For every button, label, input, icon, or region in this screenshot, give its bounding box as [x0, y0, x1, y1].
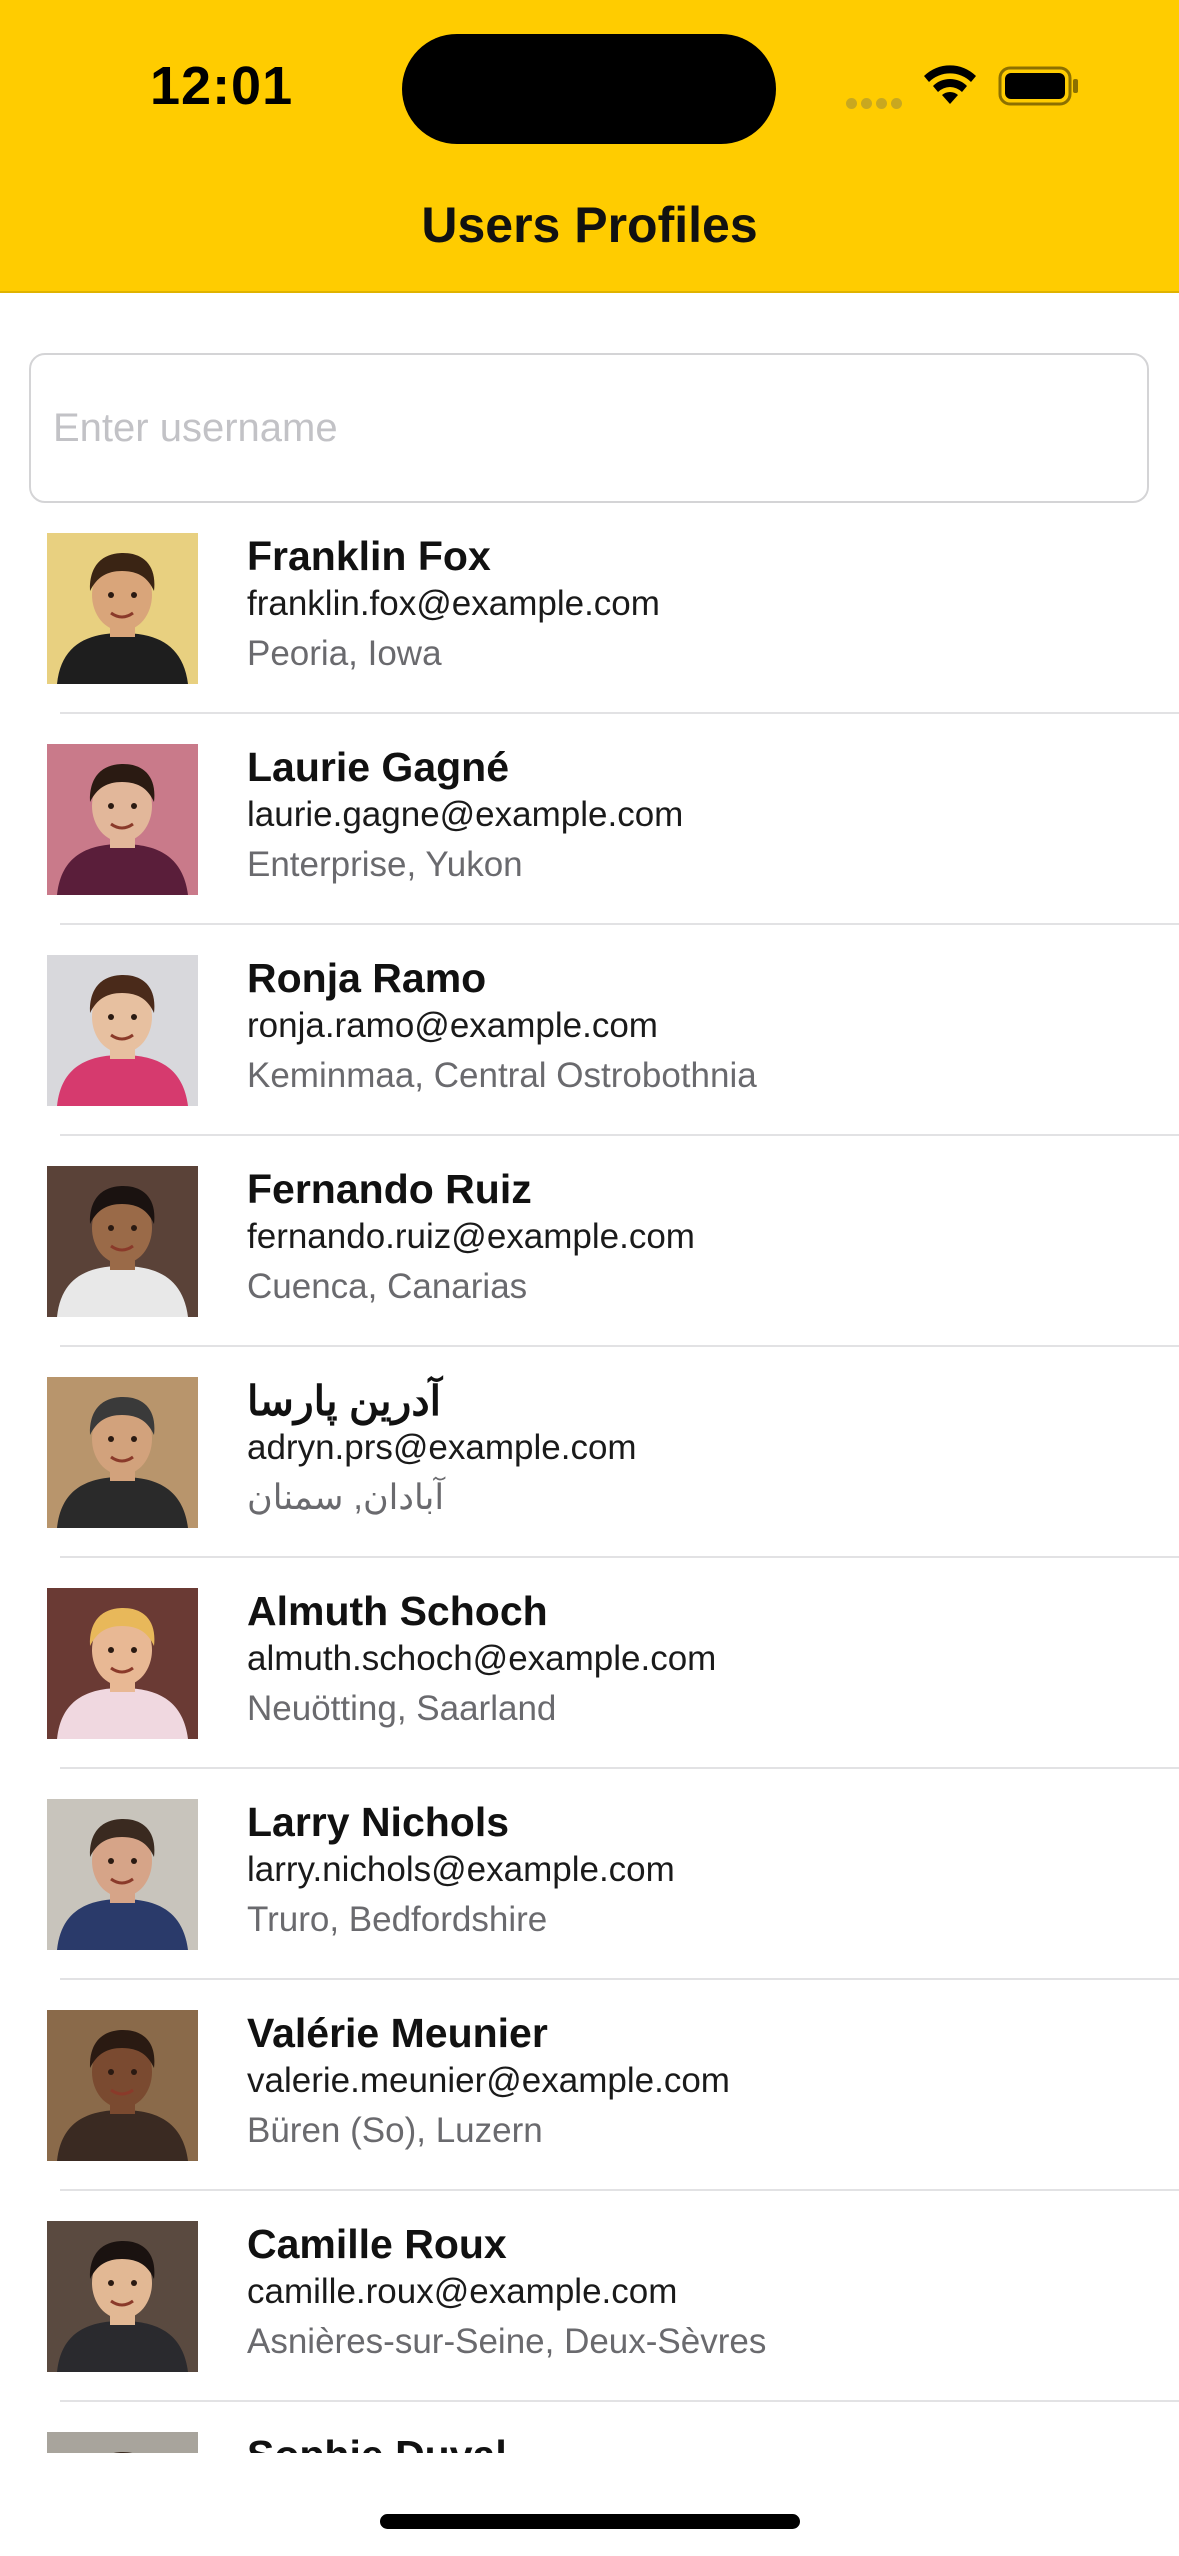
user-location: Asnières-sur-Seine, Deux-Sèvres: [247, 2322, 767, 2361]
user-location: Keminmaa, Central Ostrobothnia: [247, 1056, 757, 1095]
user-row[interactable]: Almuth Schoch almuth.schoch@example.com Ne…: [0, 1558, 1179, 1769]
user-row[interactable]: Franklin Fox franklin.fox@example.com Peor…: [0, 503, 1179, 714]
user-name: Ronja Ramo: [247, 955, 487, 1001]
user-name: Franklin Fox: [247, 533, 491, 579]
user-avatar: [47, 2010, 198, 2161]
home-indicator[interactable]: [380, 2514, 800, 2529]
user-email: laurie.gagne@example.com: [247, 795, 684, 834]
user-row[interactable]: Ronja Ramo ronja.ramo@example.com Keminmaa…: [0, 925, 1179, 1136]
user-avatar: [47, 1588, 198, 1739]
dynamic-island: [402, 34, 776, 144]
user-email: valerie.meunier@example.com: [247, 2061, 730, 2100]
user-location: آبادان, سمنان: [247, 1478, 445, 1517]
user-location: Peoria, Iowa: [247, 634, 442, 673]
user-row[interactable]: Valérie Meunier valerie.meunier@example.c…: [0, 1980, 1179, 2191]
user-location: Enterprise, Yukon: [247, 845, 523, 884]
user-avatar: [47, 955, 198, 1106]
user-row[interactable]: Camille Roux camille.roux@example.com Asni…: [0, 2191, 1179, 2402]
user-list[interactable]: Franklin Fox franklin.fox@example.com Peor…: [0, 503, 1179, 2453]
user-name: Almuth Schoch: [247, 1588, 548, 1634]
user-avatar: [47, 2432, 198, 2453]
user-location: Truro, Bedfordshire: [247, 1900, 548, 1939]
user-email: almuth.schoch@example.com: [247, 1639, 717, 1678]
user-name: Valérie Meunier: [247, 2010, 548, 2056]
user-name: Sophie Duval: [247, 2432, 507, 2453]
user-row[interactable]: Sophie Duval: [0, 2402, 1179, 2453]
user-name: Larry Nichols: [247, 1799, 510, 1845]
user-row[interactable]: Fernando Ruiz fernando.ruiz@example.com Cu…: [0, 1136, 1179, 1347]
user-name: Camille Roux: [247, 2221, 507, 2267]
user-name: Fernando Ruiz: [247, 1166, 532, 1212]
user-email: adryn.prs@example.com: [247, 1428, 637, 1467]
user-avatar: [47, 1166, 198, 1317]
user-avatar: [47, 1377, 198, 1528]
navigation-header: 12:01 Users Profiles: [0, 0, 1179, 293]
user-name: آدرین پارسا: [247, 1378, 442, 1424]
user-email: ronja.ramo@example.com: [247, 1006, 658, 1045]
user-name: Laurie Gagné: [247, 744, 510, 790]
cellular-dots-icon: [846, 96, 906, 109]
user-avatar: [47, 744, 198, 895]
user-row[interactable]: Laurie Gagné laurie.gagne@example.com Ente…: [0, 714, 1179, 925]
user-email: larry.nichols@example.com: [247, 1850, 675, 1889]
user-email: camille.roux@example.com: [247, 2272, 678, 2311]
user-location: Neuötting, Saarland: [247, 1689, 557, 1728]
user-location: Büren (So), Luzern: [247, 2111, 543, 2150]
user-avatar: [47, 2221, 198, 2372]
user-row[interactable]: آدرین پارسا adryn.prs@example.com آبادان, …: [0, 1347, 1179, 1558]
user-email: fernando.ruiz@example.com: [247, 1217, 695, 1256]
page-title: Users Profiles: [421, 197, 758, 253]
battery-icon: [998, 66, 1078, 106]
user-avatar: [47, 1799, 198, 1950]
user-avatar: [47, 533, 198, 684]
wifi-icon: [924, 65, 976, 104]
username-search-input[interactable]: [29, 353, 1149, 503]
user-email: franklin.fox@example.com: [247, 584, 660, 623]
user-row[interactable]: Larry Nichols larry.nichols@example.com Tr…: [0, 1769, 1179, 1980]
user-location: Cuenca, Canarias: [247, 1267, 528, 1306]
status-time: 12:01: [150, 56, 294, 116]
